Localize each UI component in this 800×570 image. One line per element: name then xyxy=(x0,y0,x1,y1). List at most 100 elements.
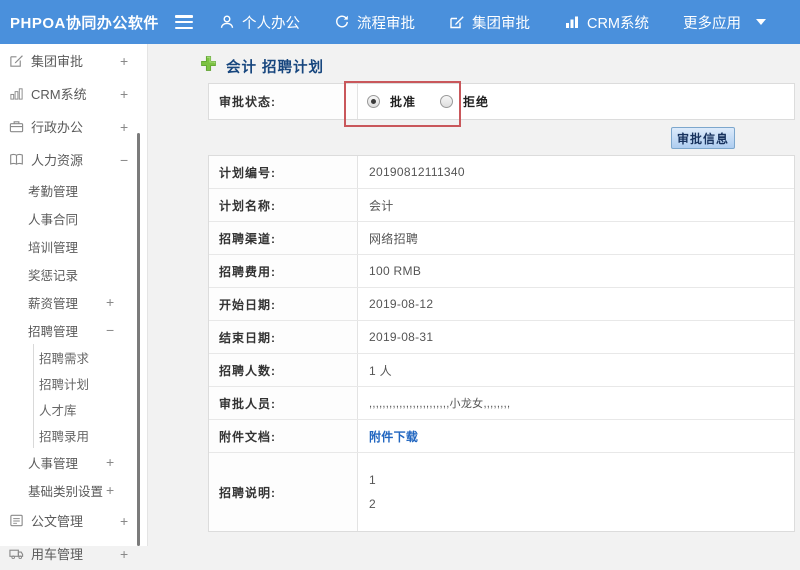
table-row: 招聘费用: 100 RMB xyxy=(209,255,794,288)
plus-icon xyxy=(200,55,217,77)
field-value: 2019-08-31 xyxy=(358,321,794,353)
bar-chart-icon xyxy=(564,14,580,30)
approve-radio[interactable] xyxy=(367,95,380,108)
field-value: 网络招聘 xyxy=(358,222,794,254)
sidebar-item-recruitment[interactable]: 招聘管理 − xyxy=(0,316,147,344)
expand-icon[interactable]: + xyxy=(120,53,128,69)
field-label: 审批状态: xyxy=(209,84,358,119)
approval-info-button[interactable]: 审批信息 xyxy=(671,127,735,149)
field-label: 招聘人数: xyxy=(209,354,358,386)
table-row: 计划编号: 20190812111340 xyxy=(209,156,794,189)
sidebar-item-rewards[interactable]: 奖惩记录 xyxy=(0,260,147,288)
recruit-plan-detail-table: 计划编号: 20190812111340 计划名称: 会计 招聘渠道: 网络招聘… xyxy=(208,155,795,532)
nav-item-label: CRM系统 xyxy=(587,12,649,33)
main-content: 会计 招聘计划 审批状态: 批准 拒绝 审批信息 计划编号: 201908121… xyxy=(148,44,800,546)
app-logo: PHPOA协同办公软件 xyxy=(0,12,175,33)
description-line: 1 xyxy=(369,473,376,487)
sidebar-item-hr-contract[interactable]: 人事合同 xyxy=(0,204,147,232)
sidebar: 集团审批 + CRM系统 + 行政办公 + 人力资源 − 考勤管理 人事合同 培… xyxy=(0,44,148,546)
approval-status-row: 审批状态: 批准 拒绝 xyxy=(208,83,795,120)
table-row: 招聘渠道: 网络招聘 xyxy=(209,222,794,255)
sidebar-item-vehicle[interactable]: 用车管理 + xyxy=(0,537,147,570)
sidebar-item-recruit-hire[interactable]: 招聘录用 xyxy=(0,422,147,448)
nav-crm-system[interactable]: CRM系统 xyxy=(564,12,649,33)
sidebar-item-documents[interactable]: 公文管理 + xyxy=(0,504,147,537)
sidebar-item-group-approval[interactable]: 集团审批 + xyxy=(0,44,147,77)
sidebar-item-training[interactable]: 培训管理 xyxy=(0,232,147,260)
approval-status-radio-group: 批准 拒绝 xyxy=(358,93,503,110)
table-row: 开始日期: 2019-08-12 xyxy=(209,288,794,321)
field-value: 2019-08-12 xyxy=(358,288,794,320)
expand-icon[interactable]: + xyxy=(106,454,114,470)
field-value: 1 2 xyxy=(358,453,794,531)
page-header: 会计 招聘计划 xyxy=(200,55,324,77)
sidebar-item-recruit-demand[interactable]: 招聘需求 xyxy=(0,344,147,370)
sidebar-item-talent-pool[interactable]: 人才库 xyxy=(0,396,147,422)
field-value: 20190812111340 xyxy=(358,156,794,188)
hamburger-menu-icon[interactable] xyxy=(175,15,193,29)
expand-icon[interactable]: + xyxy=(106,482,114,498)
reject-radio[interactable] xyxy=(440,95,453,108)
expand-icon[interactable]: + xyxy=(120,546,128,562)
nav-personal-office[interactable]: 个人办公 xyxy=(219,12,300,33)
edit-square-icon xyxy=(9,53,27,68)
table-row: 审批人员: ,,,,,,,,,,,,,,,,,,,,,,,,小龙女,,,,,,,… xyxy=(209,387,794,420)
edit-icon xyxy=(449,14,465,30)
approve-radio-label[interactable]: 批准 xyxy=(390,93,416,110)
topbar: PHPOA协同办公软件 个人办公 流程审批 集团审批 CRM系统 xyxy=(0,0,800,44)
table-row: 附件文档: 附件下载 xyxy=(209,420,794,453)
sidebar-item-hr[interactable]: 人力资源 − xyxy=(0,143,147,176)
nav-group-approval[interactable]: 集团审批 xyxy=(449,12,530,33)
reject-radio-label[interactable]: 拒绝 xyxy=(463,93,489,110)
field-value: 1 人 xyxy=(358,354,794,386)
field-label: 开始日期: xyxy=(209,288,358,320)
field-label: 计划名称: xyxy=(209,189,358,221)
book-icon xyxy=(9,152,27,167)
sidebar-item-personnel[interactable]: 人事管理 + xyxy=(0,448,147,476)
sidebar-scrollbar[interactable] xyxy=(137,133,140,546)
nav-item-label: 更多应用 xyxy=(683,12,741,33)
table-row: 招聘说明: 1 2 xyxy=(209,453,794,531)
sidebar-item-salary[interactable]: 薪资管理 + xyxy=(0,288,147,316)
refresh-icon xyxy=(334,14,350,30)
sidebar-item-recruit-plan[interactable]: 招聘计划 xyxy=(0,370,147,396)
field-label: 结束日期: xyxy=(209,321,358,353)
field-label: 招聘说明: xyxy=(209,453,358,531)
truck-icon xyxy=(9,546,27,561)
description-line: 2 xyxy=(369,497,376,511)
nav-process-approval[interactable]: 流程审批 xyxy=(334,12,415,33)
document-icon xyxy=(9,513,27,528)
sidebar-item-crm[interactable]: CRM系统 + xyxy=(0,77,147,110)
field-label: 招聘费用: xyxy=(209,255,358,287)
bar-chart-icon xyxy=(9,86,27,101)
nav-item-label: 个人办公 xyxy=(242,12,300,33)
expand-icon[interactable]: + xyxy=(120,86,128,102)
expand-icon[interactable]: + xyxy=(106,294,114,310)
nav-more-apps[interactable]: 更多应用 xyxy=(683,12,766,33)
field-label: 附件文档: xyxy=(209,420,358,452)
topbar-nav: 个人办公 流程审批 集团审批 CRM系统 更多应用 xyxy=(219,12,800,33)
field-value: 100 RMB xyxy=(358,255,794,287)
page-title: 会计 招聘计划 xyxy=(226,56,324,77)
field-value: ,,,,,,,,,,,,,,,,,,,,,,,,小龙女,,,,,,,, xyxy=(358,387,794,419)
field-value: 附件下载 xyxy=(358,420,794,452)
attachment-download-link[interactable]: 附件下载 xyxy=(369,428,418,445)
briefcase-icon xyxy=(9,119,27,134)
table-row: 招聘人数: 1 人 xyxy=(209,354,794,387)
field-label: 审批人员: xyxy=(209,387,358,419)
field-label: 招聘渠道: xyxy=(209,222,358,254)
field-label: 计划编号: xyxy=(209,156,358,188)
collapse-icon[interactable]: − xyxy=(106,322,114,338)
person-icon xyxy=(219,14,235,30)
caret-down-icon xyxy=(756,19,766,25)
sidebar-item-base-category[interactable]: 基础类别设置 + xyxy=(0,476,147,504)
expand-icon[interactable]: + xyxy=(120,119,128,135)
sidebar-item-attendance[interactable]: 考勤管理 xyxy=(0,176,147,204)
sidebar-item-admin-office[interactable]: 行政办公 + xyxy=(0,110,147,143)
expand-icon[interactable]: + xyxy=(120,513,128,529)
nav-item-label: 集团审批 xyxy=(472,12,530,33)
table-row: 计划名称: 会计 xyxy=(209,189,794,222)
field-value: 会计 xyxy=(358,189,794,221)
table-row: 结束日期: 2019-08-31 xyxy=(209,321,794,354)
collapse-icon[interactable]: − xyxy=(120,152,128,168)
